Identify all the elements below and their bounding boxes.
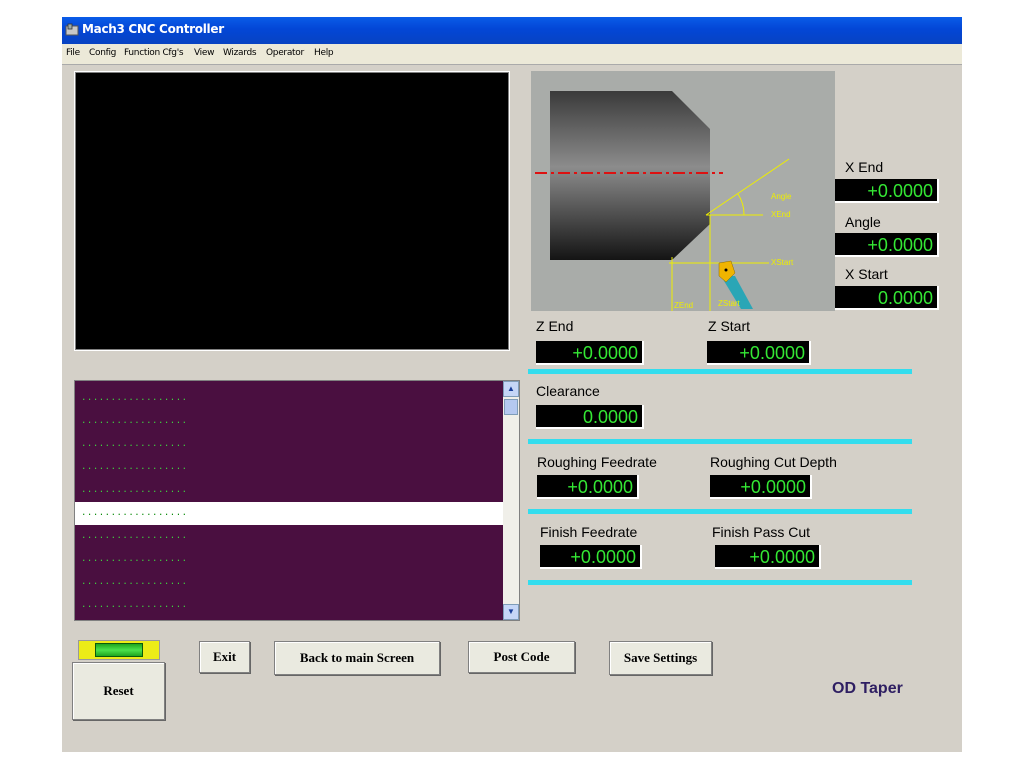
clearance-field[interactable]: 0.0000 — [536, 405, 644, 429]
mach3-window: Mach3 CNC Controller File Config Functio… — [62, 17, 962, 752]
x-end-field[interactable]: +0.0000 — [835, 179, 939, 203]
finish-pass-cut-label: Finish Pass Cut — [712, 524, 811, 540]
mach3-app-icon — [65, 23, 79, 36]
gcode-line[interactable]: .................. — [75, 594, 503, 617]
menu-view[interactable]: View — [194, 48, 214, 58]
clearance-label: Clearance — [536, 383, 600, 399]
scroll-down-icon[interactable]: ▼ — [503, 604, 519, 620]
diagram-label-xstart: XStart — [771, 258, 794, 267]
z-start-field[interactable]: +0.0000 — [707, 341, 811, 365]
finish-feedrate-field[interactable]: +0.0000 — [540, 545, 642, 569]
gcode-list[interactable]: .................. .................. ..… — [74, 380, 520, 621]
diagram-label-zend: ZEnd — [674, 301, 693, 310]
roughing-cut-depth-label: Roughing Cut Depth — [710, 454, 837, 470]
save-settings-button[interactable]: Save Settings — [609, 641, 712, 675]
x-start-label: X Start — [845, 266, 888, 282]
z-end-label: Z End — [536, 318, 574, 334]
gcode-line[interactable]: .................. — [75, 571, 503, 594]
roughing-feedrate-label: Roughing Feedrate — [537, 454, 657, 470]
reset-button[interactable]: Reset — [72, 662, 165, 720]
toolpath-display[interactable] — [74, 71, 510, 351]
menu-help[interactable]: Help — [314, 48, 334, 58]
taper-diagram: Angle XEnd XStart ZEnd ZStart — [531, 71, 835, 311]
led-indicator-icon — [95, 643, 143, 657]
post-code-button[interactable]: Post Code — [468, 641, 575, 673]
z-start-label: Z Start — [708, 318, 751, 334]
gcode-line[interactable]: .................. — [75, 433, 503, 456]
workpiece-body-icon — [550, 91, 672, 260]
gcode-line[interactable]: .................. — [75, 525, 503, 548]
gcode-line[interactable]: .................. — [75, 456, 503, 479]
x-start-field[interactable]: 0.0000 — [835, 286, 939, 310]
gcode-scrollbar[interactable]: ▲ ▼ — [503, 381, 519, 620]
scroll-up-icon[interactable]: ▲ — [503, 381, 519, 397]
angle-label: Angle — [845, 214, 881, 230]
scroll-thumb[interactable] — [504, 399, 518, 415]
gcode-line[interactable]: .................. — [75, 410, 503, 433]
gcode-line[interactable]: .................. — [75, 387, 503, 410]
z-end-field[interactable]: +0.0000 — [536, 341, 644, 365]
back-to-main-screen-button[interactable]: Back to main Screen — [274, 641, 440, 675]
reset-status-led — [78, 640, 160, 660]
section-divider — [528, 580, 912, 585]
gcode-line[interactable]: .................. — [75, 479, 503, 502]
gcode-line-current[interactable]: .................. — [75, 502, 503, 525]
section-divider — [528, 509, 912, 514]
finish-pass-cut-field[interactable]: +0.0000 — [715, 545, 821, 569]
angle-field[interactable]: +0.0000 — [835, 233, 939, 257]
finish-feedrate-label: Finish Feedrate — [540, 524, 638, 540]
roughing-cut-depth-field[interactable]: +0.0000 — [710, 475, 812, 499]
exit-button[interactable]: Exit — [199, 641, 250, 673]
diagram-label-zstart: ZStart — [718, 299, 741, 308]
page-name-label: OD Taper — [832, 680, 903, 697]
gcode-line[interactable]: .................. — [75, 548, 503, 571]
workpiece-taper-icon — [672, 91, 710, 260]
menu-bar: File Config Function Cfg's View Wizards … — [62, 44, 962, 65]
roughing-feedrate-field[interactable]: +0.0000 — [537, 475, 639, 499]
x-end-label: X End — [845, 159, 884, 175]
menu-config[interactable]: Config — [89, 48, 116, 58]
section-divider — [528, 439, 912, 444]
diagram-label-xend: XEnd — [771, 210, 791, 219]
angle-arc-icon — [737, 193, 745, 216]
menu-operator[interactable]: Operator — [266, 48, 304, 58]
diagram-label-angle: Angle — [771, 192, 792, 201]
menu-wizards[interactable]: Wizards — [223, 48, 257, 58]
menu-file[interactable]: File — [66, 48, 80, 58]
taper-line — [705, 158, 790, 216]
window-title: Mach3 CNC Controller — [82, 22, 224, 36]
menu-function-cfgs[interactable]: Function Cfg's — [124, 48, 184, 58]
section-divider — [528, 369, 912, 374]
title-bar[interactable]: Mach3 CNC Controller — [62, 17, 962, 44]
